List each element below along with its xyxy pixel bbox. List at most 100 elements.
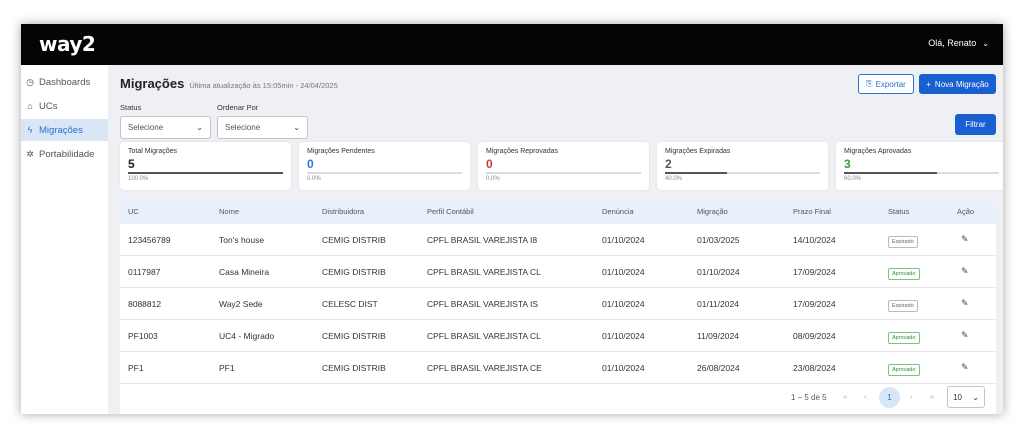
new-migration-button[interactable]: + Nova Migração [919, 74, 996, 94]
table-cell: 0117987 [128, 266, 161, 277]
order-select[interactable]: Selecione ⌄ [217, 116, 308, 139]
sidebar-item-dashboards[interactable]: ◷ Dashboards [21, 71, 108, 93]
sidebar-item-label: Migrações [39, 124, 83, 136]
status-badge: Aprovado [888, 267, 920, 280]
sidebar-item-migracoes[interactable]: ϟ Migrações [21, 119, 108, 141]
table-body: 123456789 Ton's house CEMIG DISTRIB CPFL BR… [120, 224, 996, 384]
table-cell: 14/10/2024 [793, 234, 836, 245]
table-cell: 01/10/2024 [602, 266, 645, 277]
table-cell: Casa Mineira [219, 266, 270, 277]
progress-bar [665, 172, 820, 174]
first-page-icon[interactable]: « [843, 392, 847, 401]
status-select[interactable]: Selecione ⌄ [120, 116, 211, 139]
table-cell: 01/03/2025 [697, 234, 740, 245]
card-value: 0 [486, 157, 493, 171]
table-cell: 26/08/2024 [697, 362, 740, 373]
status-cell: Expirado [888, 299, 918, 312]
status-cell: Aprovado [888, 363, 920, 376]
progress-bar [307, 172, 462, 174]
column-header[interactable]: Prazo Final [793, 207, 831, 216]
filter-button[interactable]: Filtrar [955, 114, 996, 135]
table-cell: 123456789 [128, 234, 171, 245]
gauge-icon: ◷ [26, 76, 34, 87]
table-cell: CELESC DIST [322, 298, 378, 309]
table-row: PF1003 UC4 - Migrado CEMIG DISTRIB CPFL BRA… [120, 320, 996, 352]
edit-icon[interactable]: ✎ [961, 362, 969, 373]
top-bar: way2 Olá, Renato ⌄ [21, 24, 1003, 65]
progress-bar [128, 172, 283, 174]
table-cell: 01/11/2024 [697, 298, 739, 309]
card-total: Total Migrações 5 100.0% [120, 142, 291, 190]
sidebar-item-ucs[interactable]: ⌂ UCs [21, 95, 108, 117]
next-page-icon[interactable]: › [910, 392, 913, 401]
card-percent: 60.0% [844, 176, 862, 182]
table-cell: 01/10/2024 [602, 362, 645, 373]
card-aprovadas: Migrações Aprovadas 3 60.0% [836, 142, 1003, 190]
status-cell: Expirado [888, 235, 918, 248]
table-cell: CPFL BRASIL VAREJISTA CE [427, 362, 542, 373]
table-cell: 01/10/2024 [602, 298, 645, 309]
card-reprovadas: Migrações Reprovadas 0 0.0% [478, 142, 649, 190]
progress-bar [844, 172, 999, 174]
previous-page-icon[interactable]: ‹ [864, 392, 867, 401]
chevron-down-icon: ⌄ [972, 392, 979, 402]
column-header[interactable]: Denúncia [602, 207, 634, 216]
order-filter-label: Ordenar Por [217, 103, 259, 112]
page-button[interactable]: 1 [879, 387, 900, 408]
card-percent: 0.0% [486, 176, 500, 182]
table-cell: CPFL BRASIL VAREJISTA CL [427, 330, 541, 341]
edit-icon[interactable]: ✎ [961, 234, 969, 245]
table-row: 0117987 Casa Mineira CEMIG DISTRIB CPFL BRA… [120, 256, 996, 288]
table-cell: 8088812 [128, 298, 162, 309]
table-row: PF1 PF1 CEMIG DISTRIB CPFL BRASIL VAREJISTA… [120, 352, 996, 384]
card-label: Total Migrações [128, 148, 178, 155]
export-button[interactable]: ⎘ Exportar [858, 74, 914, 94]
edit-icon[interactable]: ✎ [961, 330, 969, 341]
edit-icon[interactable]: ✎ [961, 298, 969, 309]
summary-cards: Total Migrações 5 100.0% Migrações Pende… [120, 142, 1003, 190]
progress-fill [844, 172, 937, 174]
table-cell: PF1003 [128, 330, 158, 341]
card-percent: 100.0% [128, 176, 149, 182]
table-cell: 11/09/2024 [697, 330, 739, 341]
order-select-value: Selecione [225, 123, 261, 132]
bolt-icon: ϟ [27, 125, 33, 135]
page-size-select[interactable]: 10 ⌄ [947, 386, 985, 408]
card-label: Migrações Aprovadas [844, 148, 912, 155]
column-header[interactable]: Nome [219, 207, 239, 216]
table-cell: 17/09/2024 [793, 298, 836, 309]
chevron-down-icon: ⌄ [293, 123, 300, 132]
order-filter: Ordenar Por Selecione ⌄ [217, 103, 308, 139]
table-cell: CEMIG DISTRIB [322, 266, 386, 277]
card-percent: 40.0% [665, 176, 683, 182]
column-header[interactable]: UC [128, 207, 139, 216]
status-filter: Status Selecione ⌄ [120, 103, 211, 139]
column-header[interactable]: Migração [697, 207, 728, 216]
edit-icon[interactable]: ✎ [961, 266, 969, 277]
sidebar: ◷ Dashboards ⌂ UCs ϟ Migrações ✲ Portabi… [21, 65, 108, 414]
status-badge: Expirado [888, 235, 918, 248]
migrations-table: UC Nome Distribuidora Perfil Contábil De… [120, 198, 996, 414]
chevron-down-icon: ⌄ [982, 38, 989, 48]
status-badge: Expirado [888, 299, 918, 312]
column-header[interactable]: Ação [957, 207, 974, 216]
card-label: Migrações Reprovadas [486, 148, 558, 155]
column-header[interactable]: Status [888, 207, 909, 216]
status-cell: Aprovado [888, 331, 920, 344]
pagination-summary: 1 – 5 de 5 [791, 393, 827, 402]
column-header[interactable]: Perfil Contábil [427, 207, 474, 216]
sidebar-item-portabilidade[interactable]: ✲ Portabilidade [21, 143, 108, 165]
column-header[interactable]: Distribuidora [322, 207, 364, 216]
table-cell: Ton's house [219, 234, 265, 245]
table-cell: 01/10/2024 [602, 330, 645, 341]
table-cell: 01/10/2024 [602, 234, 645, 245]
table-cell: PF1 [219, 362, 235, 373]
card-value: 5 [128, 157, 135, 171]
last-page-icon[interactable]: » [930, 392, 934, 401]
brand-logo[interactable]: way2 [39, 32, 96, 56]
chevron-down-icon: ⌄ [196, 123, 203, 132]
sidebar-item-label: Portabilidade [39, 148, 95, 160]
user-menu[interactable]: Olá, Renato ⌄ [928, 38, 989, 48]
status-cell: Aprovado [888, 267, 920, 280]
card-value: 0 [307, 157, 314, 171]
